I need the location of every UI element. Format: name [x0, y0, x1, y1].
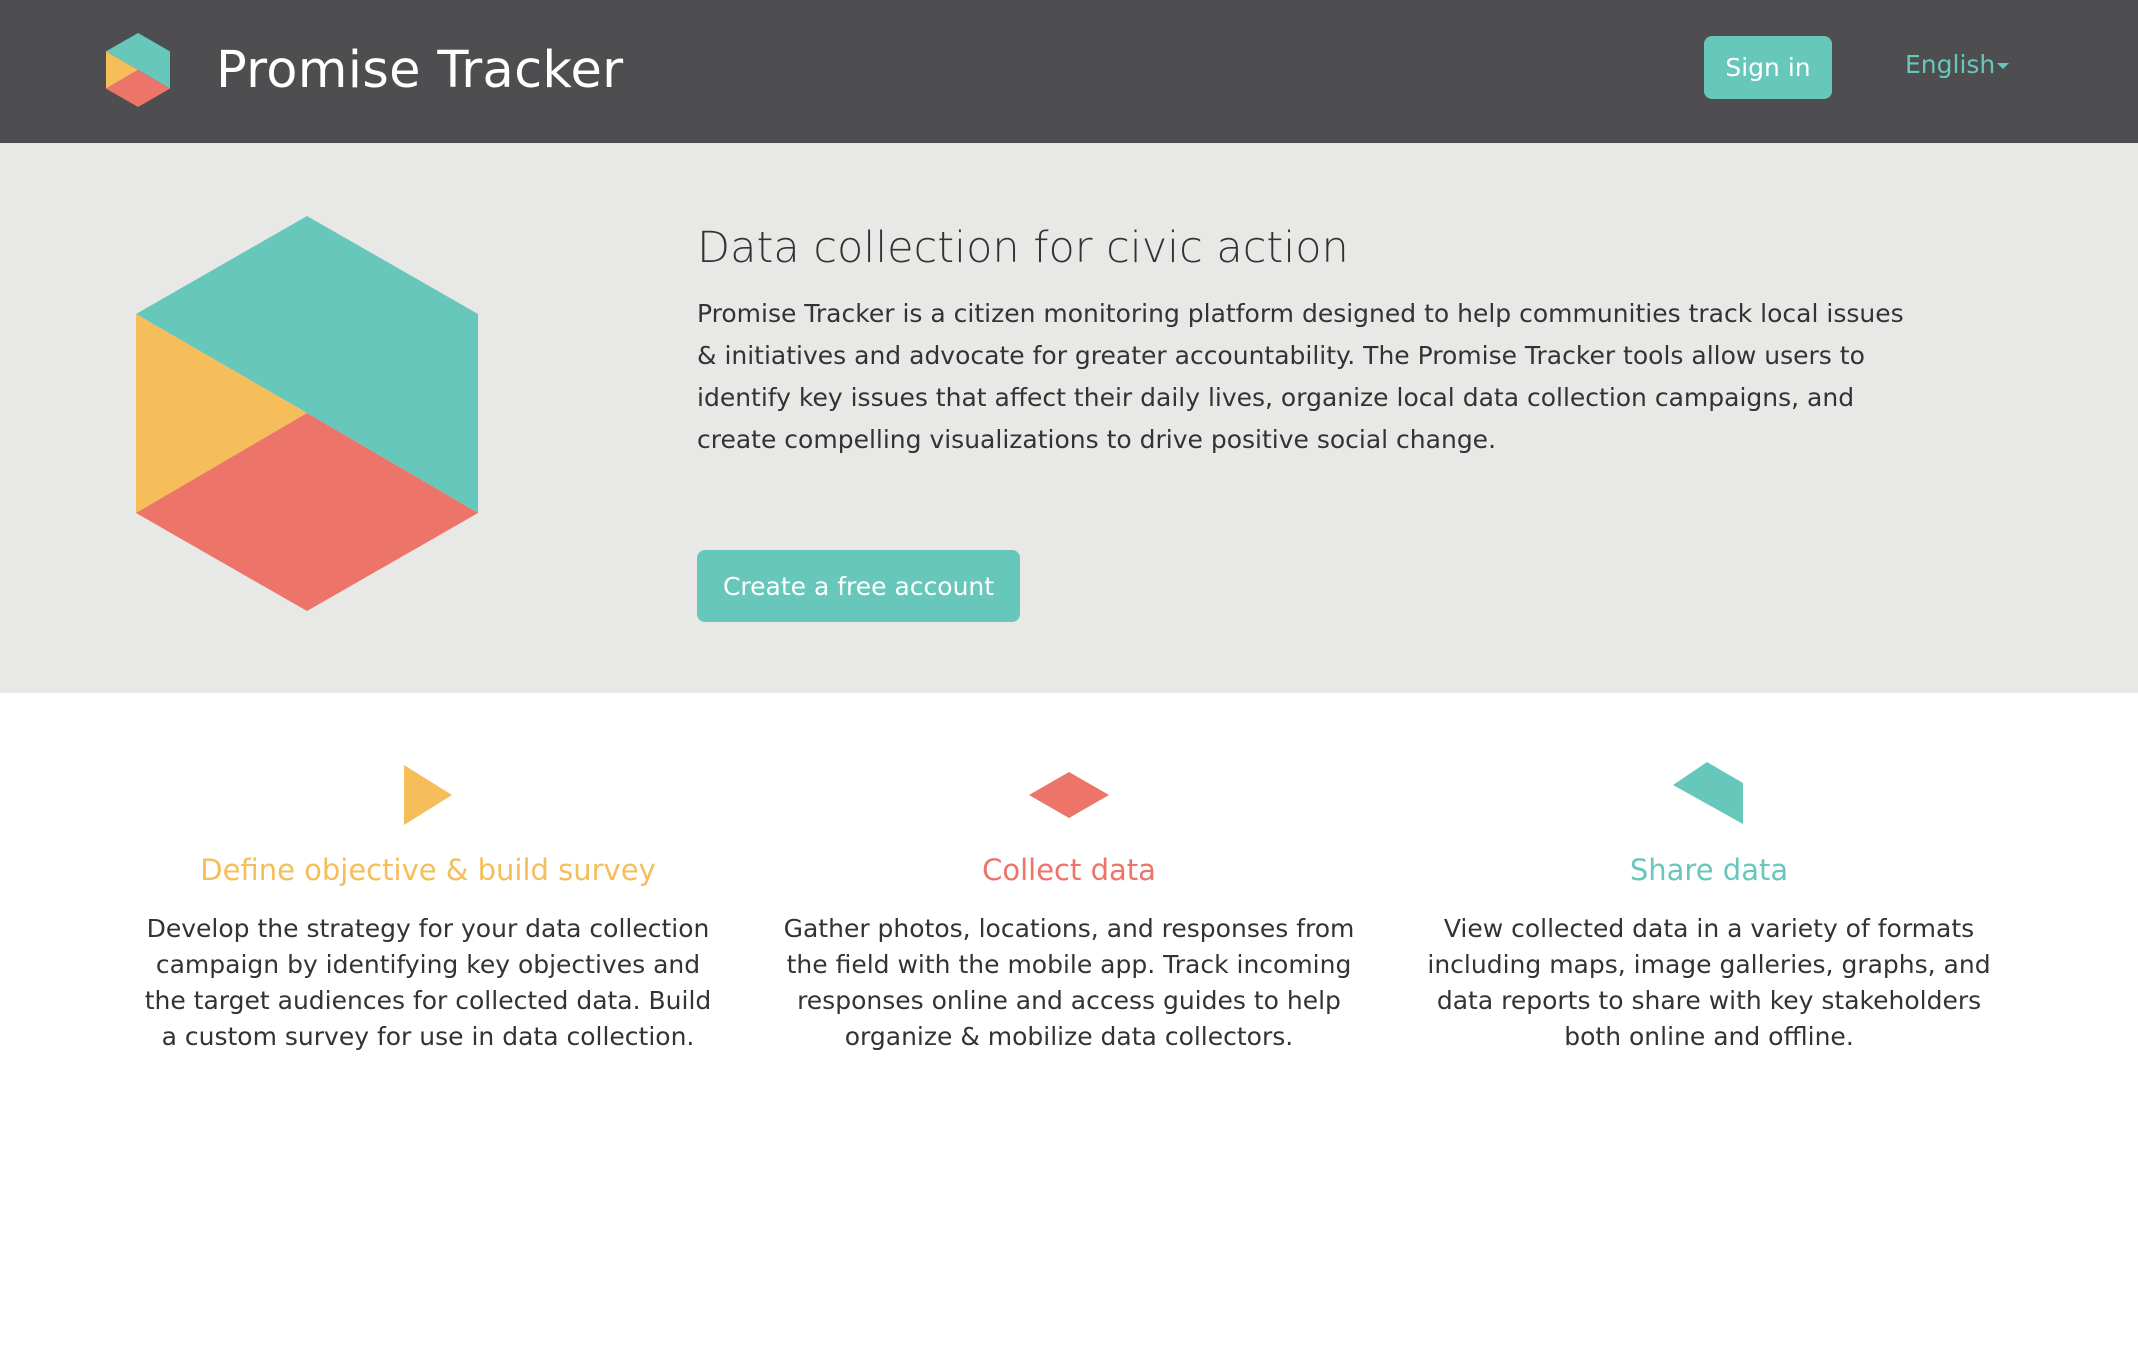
feature-description: Gather photos, locations, and responses … [783, 914, 1355, 1051]
feature-title: Share data [1629, 853, 1789, 887]
feature-define-objective: Define objective & build survey Develop … [128, 755, 728, 1055]
hero-section: Data collection for civic action Promise… [0, 143, 2138, 693]
feature-share-data: Share data View collected data in a vari… [1409, 755, 2009, 1055]
feature-collect-data: Collect data Gather photos, locations, a… [769, 755, 1369, 1055]
hexagon-logo-icon [106, 33, 170, 107]
language-dropdown[interactable]: English [1905, 50, 2010, 79]
hero-description: Promise Tracker is a citizen monitoring … [697, 298, 1904, 454]
coral-diamond-icon [1029, 772, 1109, 818]
create-account-button[interactable]: Create a free account [697, 550, 1020, 622]
feature-title: Define objective & build survey [200, 853, 656, 887]
teal-quadrilateral-icon [1673, 762, 1743, 824]
feature-description: View collected data in a variety of form… [1427, 914, 1991, 1051]
page: Promise Tracker Sign in English Data col… [0, 0, 2138, 1356]
feature-title: Collect data [982, 853, 1156, 887]
caret-down-icon [1997, 63, 2010, 69]
hero-text: Data collection for civic action Promise… [697, 223, 1937, 461]
brand-name: Promise Tracker [216, 40, 624, 100]
hexagon-hero-icon [136, 216, 478, 611]
signin-button[interactable]: Sign in [1704, 36, 1832, 99]
top-navbar: Promise Tracker Sign in English [0, 0, 2138, 143]
yellow-triangle-icon [404, 765, 452, 825]
features-section: Define objective & build survey Develop … [0, 693, 2138, 1356]
feature-description: Develop the strategy for your data colle… [144, 914, 712, 1051]
language-label: English [1905, 50, 1996, 79]
brand-link[interactable]: Promise Tracker [106, 33, 623, 107]
hero-title: Data collection for civic action [697, 223, 1349, 273]
